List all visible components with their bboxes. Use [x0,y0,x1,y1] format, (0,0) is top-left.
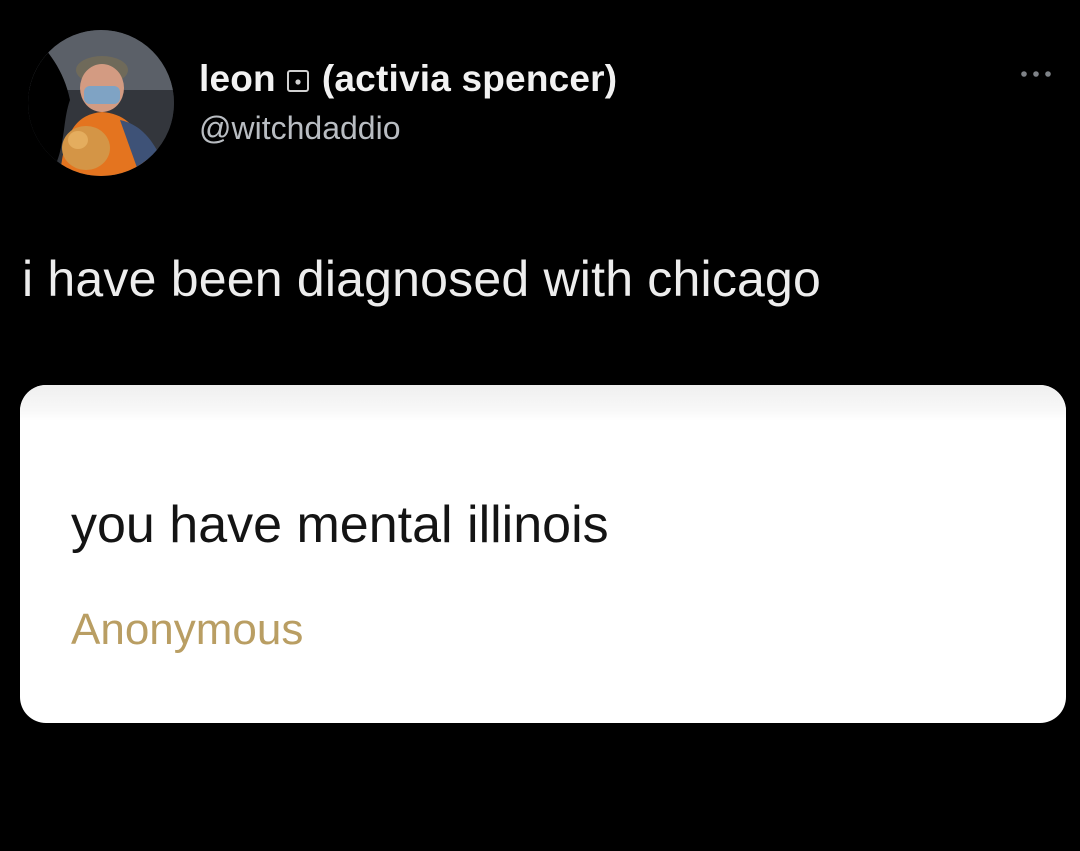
tweet: leon (activia spencer) @witchdaddio i ha… [0,0,1080,851]
avatar-photo-icon [28,30,174,176]
display-name[interactable]: leon [199,58,276,100]
user-handle[interactable]: @witchdaddio [199,110,400,147]
square-dot-icon [286,69,310,93]
display-name-suffix: (activia spencer) [321,58,618,99]
user-avatar[interactable] [28,30,174,176]
embedded-screenshot-card: you have mental illinois Anonymous [20,385,1066,723]
more-horizontal-icon [1021,71,1051,77]
card-top-band [20,385,1066,421]
question-text: you have mental illinois [71,496,609,554]
user-name-row[interactable]: leon (activia spencer) [199,58,617,100]
tweet-text: i have been diagnosed with chicago [22,251,822,307]
asker-name: Anonymous [71,605,304,654]
more-options-button[interactable] [1018,64,1054,84]
